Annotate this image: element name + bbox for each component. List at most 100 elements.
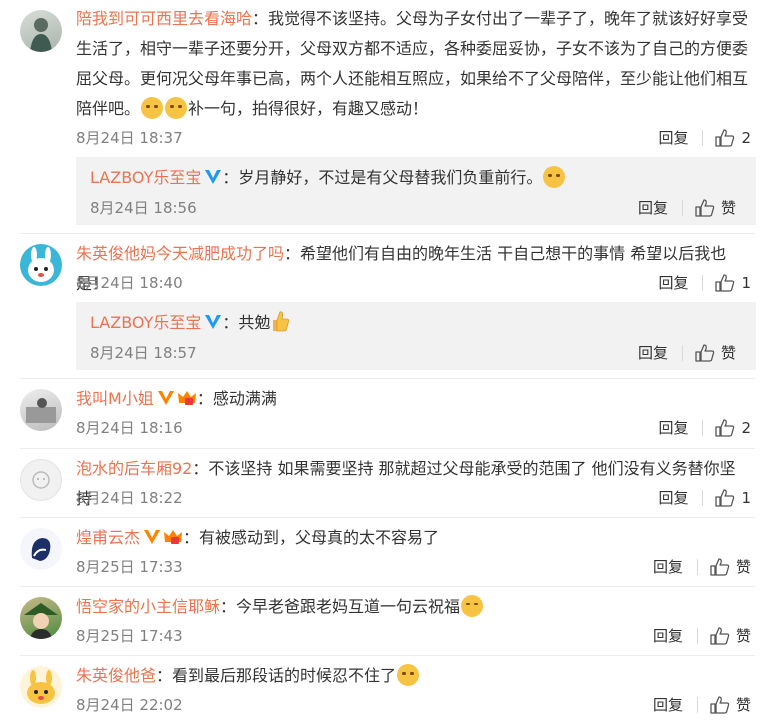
avatar[interactable] xyxy=(20,528,62,570)
divider xyxy=(702,489,704,506)
username[interactable]: 煌甫云杰 xyxy=(76,528,140,547)
username[interactable]: 泡水的后车厢92 xyxy=(76,459,192,478)
like-button[interactable]: 1 xyxy=(715,489,751,507)
like-button[interactable]: 赞 xyxy=(710,694,751,715)
vip-crown-icon xyxy=(163,526,183,556)
comment-text: 悟空家的小主信耶稣：今早老爸跟老妈互道一句云祝福 xyxy=(76,592,751,622)
thumbs-up-icon xyxy=(710,626,730,645)
timestamp: 8月24日 18:56 xyxy=(90,199,197,217)
reply-button[interactable]: 回复 xyxy=(658,487,702,508)
reply-button[interactable]: 回复 xyxy=(638,197,682,218)
reply-button[interactable]: 回复 xyxy=(658,127,702,148)
username[interactable]: LAZBOY乐至宝 xyxy=(90,168,201,187)
like-label: 赞 xyxy=(735,696,751,714)
reply-button[interactable]: 回复 xyxy=(638,342,682,363)
avatar[interactable] xyxy=(20,459,62,501)
divider xyxy=(20,586,755,587)
reply-button[interactable]: 回复 xyxy=(658,417,702,438)
comment-text: 我叫M小姐 ：感动满满 xyxy=(76,384,751,417)
like-count: 2 xyxy=(741,418,751,437)
like-button[interactable]: 赞 xyxy=(710,625,751,646)
divider xyxy=(696,558,698,575)
avatar[interactable] xyxy=(20,597,62,639)
reply-text: LAZBOY乐至宝 ：共勉 xyxy=(90,308,742,342)
divider xyxy=(20,517,755,518)
reply-button[interactable]: 回复 xyxy=(658,272,702,293)
like-label: 赞 xyxy=(735,627,751,645)
username[interactable]: 朱英俊他爸 xyxy=(76,666,156,685)
like-label: 赞 xyxy=(735,558,751,576)
like-button[interactable]: 2 xyxy=(715,419,751,437)
comment-text: 朱英俊他爸：看到最后那段话的时候忍不住了 xyxy=(76,661,751,691)
reply-button[interactable]: 回复 xyxy=(653,556,697,577)
divider xyxy=(702,419,704,436)
timestamp: 8月24日 18:57 xyxy=(90,344,197,362)
timestamp: 8月25日 17:43 xyxy=(76,627,183,645)
thumbs-up-icon xyxy=(715,128,735,147)
like-count: 1 xyxy=(741,273,751,292)
like-count: 2 xyxy=(741,128,751,147)
comment-actions: 回复 赞 xyxy=(653,556,751,577)
verified-icon xyxy=(204,310,222,340)
timestamp: 8月24日 22:02 xyxy=(76,696,183,714)
avatar[interactable] xyxy=(20,666,62,708)
like-button[interactable]: 赞 xyxy=(695,197,736,218)
avatar[interactable] xyxy=(20,244,62,286)
username[interactable]: 朱英俊他妈今天减肥成功了吗 xyxy=(76,244,284,263)
divider xyxy=(20,448,755,449)
verified-icon xyxy=(157,386,175,416)
thumbs-up-icon xyxy=(710,557,730,576)
thumbs-up-icon xyxy=(715,488,735,507)
like-button[interactable]: 1 xyxy=(715,274,751,292)
like-button[interactable]: 赞 xyxy=(695,342,736,363)
divider xyxy=(20,655,755,656)
face-crying-icon xyxy=(543,166,566,188)
avatar[interactable] xyxy=(20,10,62,52)
thumbs-up-icon xyxy=(695,198,715,217)
divider xyxy=(681,199,683,216)
divider xyxy=(696,627,698,644)
like-button[interactable]: 赞 xyxy=(710,556,751,577)
divider xyxy=(20,233,755,234)
like-count: 1 xyxy=(741,488,751,507)
reply-box: LAZBOY乐至宝 ：共勉 8月24日 18:57 回复 赞 xyxy=(76,302,756,370)
reply-button[interactable]: 回复 xyxy=(653,694,697,715)
divider xyxy=(702,129,704,146)
thumbs-up-emoji xyxy=(270,310,290,342)
face-crying-icon xyxy=(141,97,164,119)
username[interactable]: LAZBOY乐至宝 xyxy=(90,313,201,332)
face-crying-icon xyxy=(397,664,420,686)
comment-text: 煌甫云杰 ：有被感动到，父母真的太不容易了 xyxy=(76,523,751,556)
thumbs-up-icon xyxy=(715,273,735,292)
comment-actions: 回复 赞 xyxy=(653,694,751,715)
comment-actions: 回复 2 xyxy=(658,127,751,148)
comment-actions: 回复 1 xyxy=(658,487,751,508)
timestamp: 8月24日 18:22 xyxy=(76,489,183,507)
reply-text: LAZBOY乐至宝 ：岁月静好，不过是有父母替我们负重前行。 xyxy=(90,163,742,195)
reply-button[interactable]: 回复 xyxy=(653,625,697,646)
comment-actions: 回复 1 xyxy=(658,272,751,293)
divider xyxy=(702,274,704,291)
timestamp: 8月24日 18:37 xyxy=(76,129,183,147)
timestamp: 8月24日 18:40 xyxy=(76,274,183,292)
thumbs-up-icon xyxy=(695,343,715,362)
vip-crown-icon xyxy=(177,387,197,417)
reply-actions: 回复 赞 xyxy=(638,197,736,218)
username[interactable]: 陪我到可可西里去看海哈 xyxy=(76,9,252,28)
username[interactable]: 我叫M小姐 xyxy=(76,389,154,408)
reply-box: LAZBOY乐至宝 ：岁月静好，不过是有父母替我们负重前行。 8月24日 18:5… xyxy=(76,157,756,225)
like-label: 赞 xyxy=(720,199,736,217)
verified-icon xyxy=(204,165,222,195)
comment-actions: 回复 赞 xyxy=(653,625,751,646)
timestamp: 8月25日 17:33 xyxy=(76,558,183,576)
divider xyxy=(681,344,683,361)
divider xyxy=(696,696,698,713)
face-laughing-icon xyxy=(461,595,484,617)
like-label: 赞 xyxy=(720,344,736,362)
like-button[interactable]: 2 xyxy=(715,129,751,147)
thumbs-up-icon xyxy=(710,695,730,714)
username[interactable]: 悟空家的小主信耶稣 xyxy=(76,597,220,616)
divider xyxy=(20,378,755,379)
timestamp: 8月24日 18:16 xyxy=(76,419,183,437)
avatar[interactable] xyxy=(20,389,62,431)
